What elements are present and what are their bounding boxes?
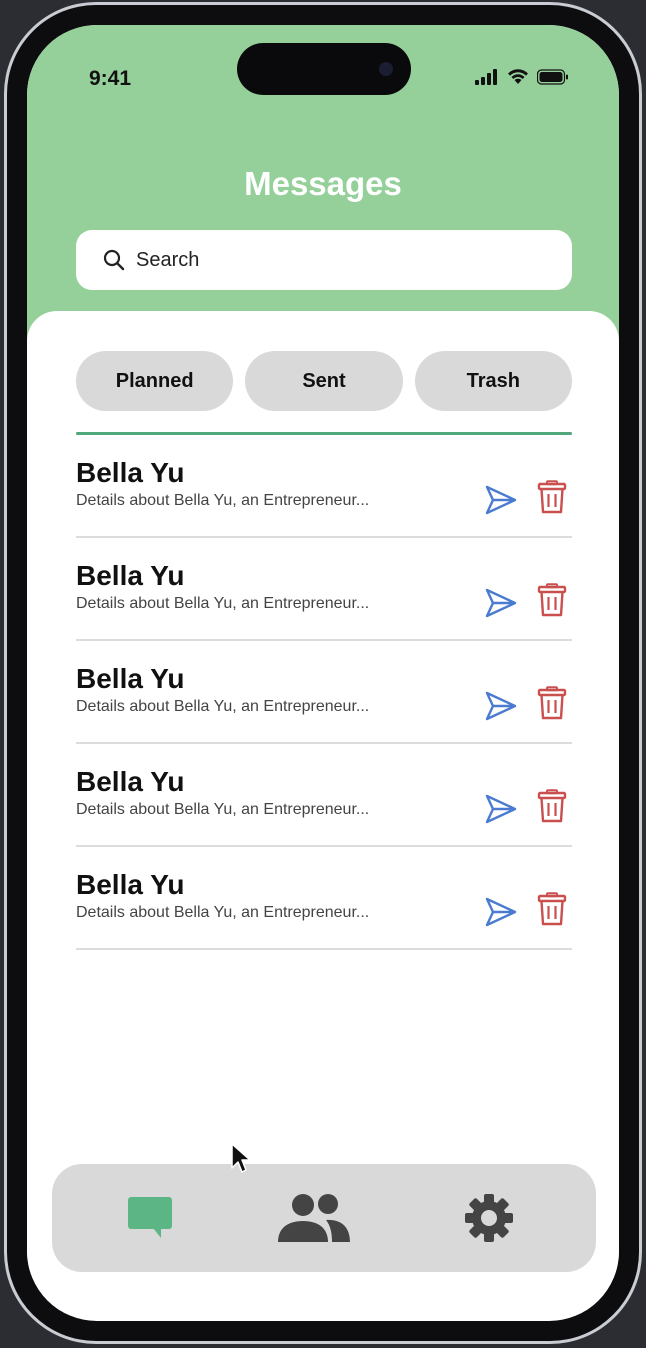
list-item[interactable]: Bella Yu Details about Bella Yu, an Entr… xyxy=(76,538,572,641)
battery-icon xyxy=(537,69,568,85)
wifi-icon xyxy=(508,69,528,84)
send-icon[interactable] xyxy=(484,586,518,620)
trash-icon[interactable] xyxy=(536,892,568,926)
people-icon xyxy=(278,1194,350,1242)
main-content: Planned Sent Trash Bella Yu Details abou… xyxy=(27,311,619,1311)
status-icons xyxy=(475,69,569,85)
search-input[interactable]: Search xyxy=(136,249,199,272)
contact-name: Bella Yu xyxy=(76,663,185,694)
tab-sent[interactable]: Sent xyxy=(245,351,403,411)
list-item[interactable]: Bella Yu Details about Bella Yu, an Entr… xyxy=(76,744,572,847)
message-list: Bella Yu Details about Bella Yu, an Entr… xyxy=(76,435,572,950)
tab-planned[interactable]: Planned xyxy=(76,351,234,411)
contact-details: Details about Bella Yu, an Entrepreneur.… xyxy=(76,904,370,921)
dynamic-island xyxy=(237,43,411,95)
cellular-signal-icon xyxy=(475,69,497,85)
list-item[interactable]: Bella Yu Details about Bella Yu, an Entr… xyxy=(76,435,572,538)
chat-bubble-icon xyxy=(128,1197,172,1238)
tab-trash[interactable]: Trash xyxy=(414,351,572,411)
search-icon xyxy=(103,249,125,271)
contact-details: Details about Bella Yu, an Entrepreneur.… xyxy=(76,595,370,612)
trash-icon[interactable] xyxy=(536,789,568,823)
bottom-navigation xyxy=(52,1164,596,1272)
camera-icon xyxy=(379,62,393,76)
send-icon[interactable] xyxy=(484,483,518,517)
app-screen: 9:41 Messages Search Planned Sent Trash … xyxy=(27,25,619,1321)
nav-settings[interactable] xyxy=(462,1164,516,1272)
device-background: 9:41 Messages Search Planned Sent Trash … xyxy=(0,0,646,1348)
send-icon[interactable] xyxy=(484,895,518,929)
trash-icon[interactable] xyxy=(536,583,568,617)
phone-bezel: 9:41 Messages Search Planned Sent Trash … xyxy=(7,5,639,1341)
filter-tabs: Planned Sent Trash xyxy=(76,351,572,411)
list-item[interactable]: Bella Yu Details about Bella Yu, an Entr… xyxy=(76,641,572,744)
send-icon[interactable] xyxy=(484,792,518,826)
list-item[interactable]: Bella Yu Details about Bella Yu, an Entr… xyxy=(76,847,572,950)
mouse-cursor-icon xyxy=(231,1143,251,1173)
phone-frame: 9:41 Messages Search Planned Sent Trash … xyxy=(4,2,642,1344)
contact-name: Bella Yu xyxy=(76,560,185,591)
status-time: 9:41 xyxy=(89,67,132,90)
contact-details: Details about Bella Yu, an Entrepreneur.… xyxy=(76,698,370,715)
contact-details: Details about Bella Yu, an Entrepreneur.… xyxy=(76,492,370,509)
contact-name: Bella Yu xyxy=(76,766,185,797)
search-bar[interactable]: Search xyxy=(76,230,572,290)
contact-name: Bella Yu xyxy=(76,869,185,900)
nav-contacts[interactable] xyxy=(274,1164,354,1272)
contact-name: Bella Yu xyxy=(76,457,185,488)
contact-details: Details about Bella Yu, an Entrepreneur.… xyxy=(76,801,370,818)
nav-messages[interactable] xyxy=(122,1164,178,1272)
trash-icon[interactable] xyxy=(536,480,568,514)
send-icon[interactable] xyxy=(484,689,518,723)
gear-icon xyxy=(465,1194,513,1242)
page-title: Messages xyxy=(244,165,402,202)
trash-icon[interactable] xyxy=(536,686,568,720)
